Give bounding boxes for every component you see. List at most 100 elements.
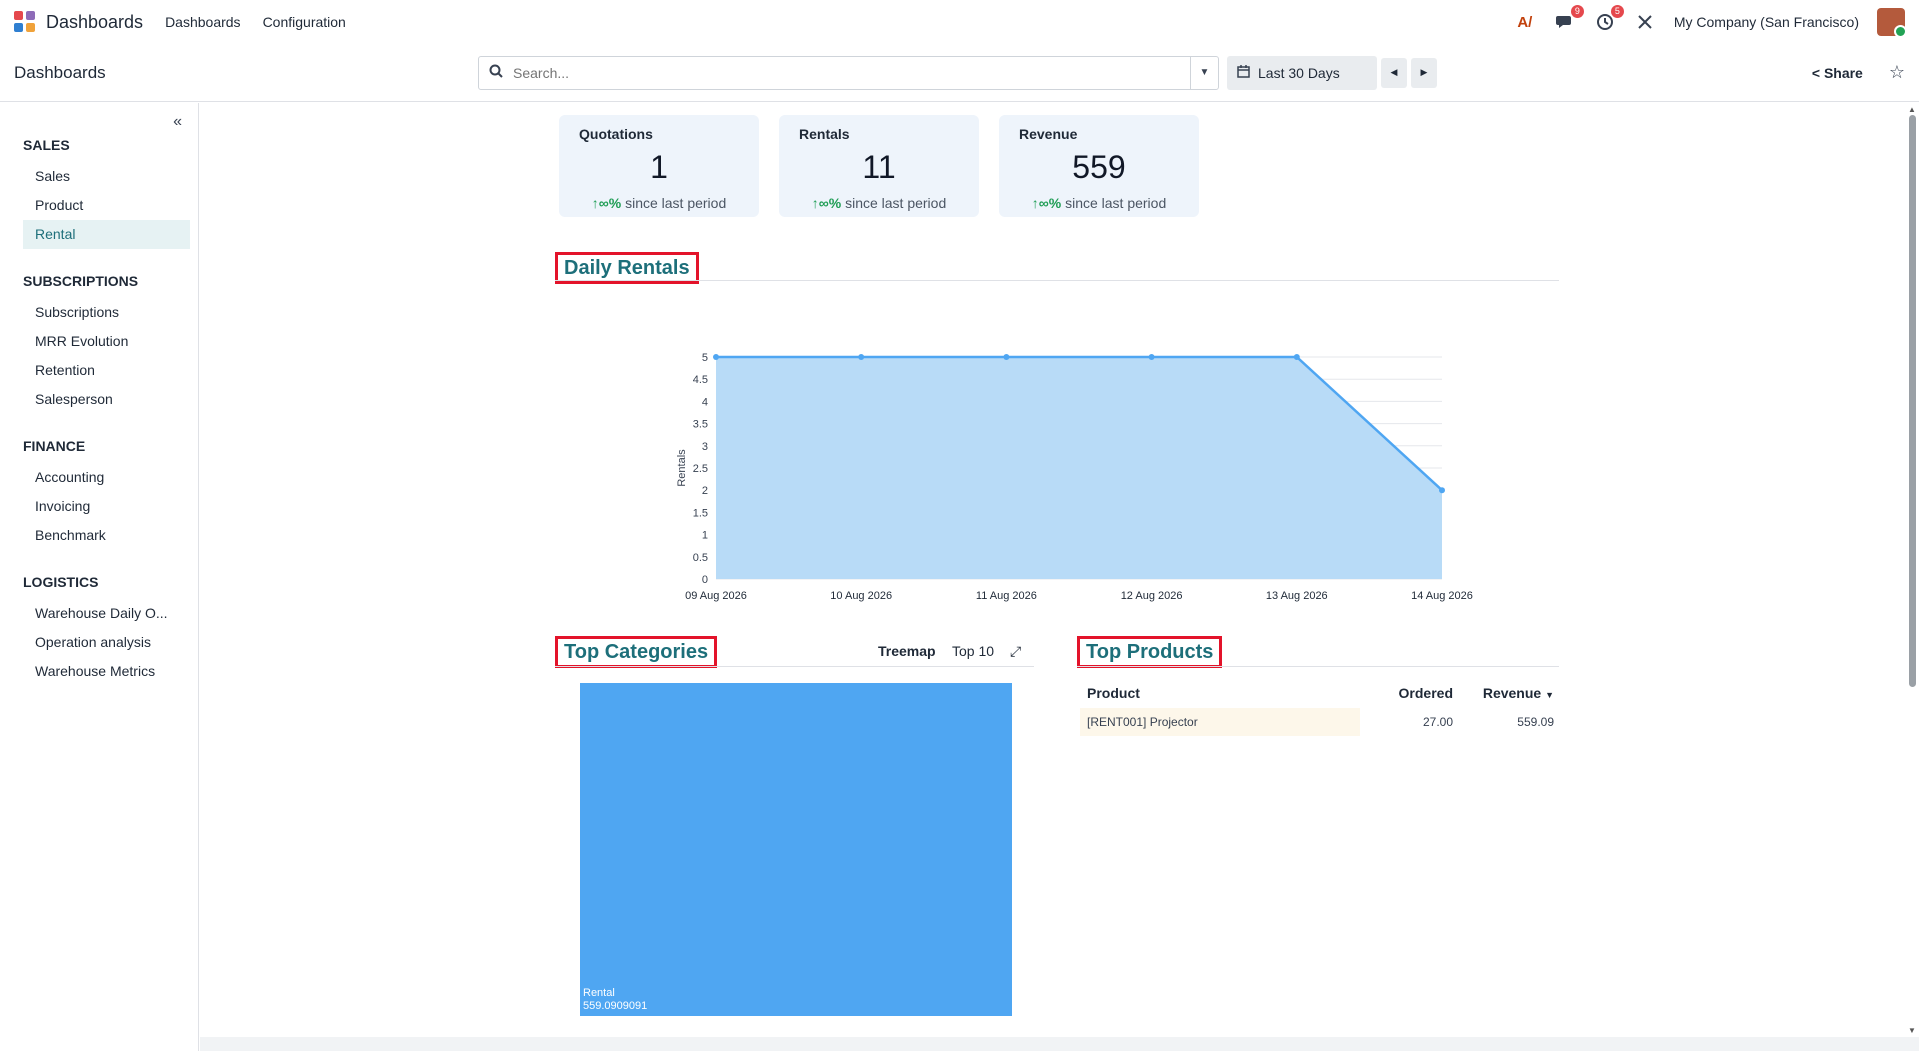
sidebar-item-sales[interactable]: Sales <box>23 162 190 191</box>
treemap-cell-rental[interactable]: Rental 559.0909091 <box>580 683 1012 1016</box>
next-period-button[interactable]: ▶ <box>1411 57 1437 88</box>
sidebar-item-operation-analysis[interactable]: Operation analysis <box>23 628 190 657</box>
kpi-value: 11 <box>862 149 896 185</box>
divider <box>555 280 1559 281</box>
sidebar-section-title: LOGISTICS <box>23 574 99 590</box>
x-tick-label: 11 Aug 2026 <box>976 590 1037 602</box>
sidebar-item-warehouse-daily-o[interactable]: Warehouse Daily O... <box>23 599 190 628</box>
divider <box>1077 666 1559 667</box>
collapse-sidebar-icon[interactable]: « <box>173 113 182 131</box>
share-button[interactable]: < Share <box>1812 65 1863 81</box>
company-switcher[interactable]: My Company (San Francisco) <box>1674 14 1859 30</box>
sidebar-item-subscriptions[interactable]: Subscriptions <box>23 298 190 327</box>
kpi-trend: ↑∞% since last period <box>779 195 979 211</box>
sidebar-item-accounting[interactable]: Accounting <box>23 463 190 492</box>
y-tick-label: 1 <box>702 530 708 542</box>
scroll-up-icon[interactable]: ▲ <box>1908 105 1916 114</box>
kpi-card-rentals[interactable]: Rentals 11 ↑∞% since last period <box>779 115 979 217</box>
data-point <box>1439 487 1445 494</box>
date-filter-label: Last 30 Days <box>1258 64 1340 81</box>
kpi-title: Rentals <box>799 126 850 142</box>
app-name[interactable]: Dashboards <box>46 12 143 33</box>
data-point <box>858 354 865 360</box>
ai-icon[interactable]: A/ <box>1514 11 1536 33</box>
kpi-title: Revenue <box>1019 126 1078 142</box>
kpi-trend-value: ∞% <box>818 195 842 211</box>
dashboard-content: Quotations 1 ↑∞% since last period Renta… <box>200 103 1919 1037</box>
column-header-ordered[interactable]: Ordered <box>1360 678 1460 708</box>
user-avatar[interactable] <box>1877 8 1907 38</box>
y-tick-label: 2.5 <box>693 463 708 475</box>
column-header-product[interactable]: Product <box>1080 678 1360 708</box>
tools-icon[interactable] <box>1634 11 1656 33</box>
column-header-revenue[interactable]: Revenue ▼ <box>1460 678 1561 708</box>
sidebar-item-retention[interactable]: Retention <box>23 356 190 385</box>
kpi-trend: ↑∞% since last period <box>999 195 1199 211</box>
y-tick-label: 0 <box>702 574 708 586</box>
search-box: ▼ <box>478 55 1219 90</box>
activity-badge: 5 <box>1610 5 1624 18</box>
search-options-toggle[interactable]: ▼ <box>1190 56 1218 89</box>
sidebar-item-warehouse-metrics[interactable]: Warehouse Metrics <box>23 657 190 686</box>
data-point <box>713 354 719 360</box>
scroll-down-icon[interactable]: ▼ <box>1908 1026 1916 1035</box>
sidebar-item-mrr-evolution[interactable]: MRR Evolution <box>23 327 190 356</box>
data-point <box>1148 354 1155 360</box>
kpi-value: 1 <box>650 149 668 185</box>
top-products-table: Product Ordered Revenue ▼ [RENT001] Proj… <box>1080 678 1561 736</box>
kpi-title: Quotations <box>579 126 653 142</box>
caret-right-icon: ▶ <box>1420 67 1428 77</box>
apps-menu-icon[interactable] <box>14 11 36 33</box>
y-tick-label: 4 <box>702 396 708 408</box>
x-tick-label: 13 Aug 2026 <box>1266 590 1328 602</box>
arrow-up-icon: ↑ <box>1031 195 1039 211</box>
daily-rentals-svg: 0 0.5 1 1.5 2 2.5 3 3.5 4 4.5 5 Rentals 09 Aug 2026 1… <box>676 352 1473 602</box>
sidebar-item-rental[interactable]: Rental <box>23 220 190 249</box>
previous-period-button[interactable]: ◀ <box>1381 57 1407 88</box>
kpi-trend-text: since last period <box>1065 195 1167 211</box>
sort-desc-icon: ▼ <box>1545 690 1554 700</box>
y-tick-label: 0.5 <box>693 552 708 564</box>
sidebar-item-product[interactable]: Product <box>23 191 190 220</box>
messages-badge: 9 <box>1570 5 1584 18</box>
treemap-toggle[interactable]: Treemap <box>878 643 936 659</box>
favorite-star-icon[interactable]: ☆ <box>1889 62 1905 83</box>
search-input[interactable] <box>513 64 1190 81</box>
kpi-trend-text: since last period <box>845 195 947 211</box>
kpi-card-quotations[interactable]: Quotations 1 ↑∞% since last period <box>559 115 759 217</box>
treemap-value: 559.0909091 <box>583 1000 648 1012</box>
y-tick-label: 2 <box>702 485 708 497</box>
caret-down-icon: ▼ <box>1199 67 1210 78</box>
top-n-selector[interactable]: Top 10 <box>952 643 994 659</box>
scrollbar-thumb[interactable] <box>1909 115 1916 687</box>
y-tick-label: 4.5 <box>693 374 708 386</box>
y-tick-label: 5 <box>702 352 708 364</box>
sidebar-item-invoicing[interactable]: Invoicing <box>23 492 190 521</box>
sidebar-section-title: FINANCE <box>23 438 86 454</box>
arrow-up-icon: ↑ <box>591 195 599 211</box>
menu-configuration[interactable]: Configuration <box>263 14 346 30</box>
top-categories-title: Top Categories <box>555 636 718 668</box>
kpi-card-revenue[interactable]: Revenue 559 ↑∞% since last period <box>999 115 1199 217</box>
sidebar-item-benchmark[interactable]: Benchmark <box>23 521 190 550</box>
breadcrumb: Dashboards <box>14 62 106 82</box>
kpi-value: 559 <box>1072 149 1126 185</box>
messages-icon[interactable]: 9 <box>1554 5 1584 33</box>
sidebar-section-title: SALES <box>23 137 70 153</box>
arrow-up-icon: ↑ <box>811 195 819 211</box>
horizontal-scrollbar[interactable] <box>200 1037 1919 1051</box>
y-tick-label: 3.5 <box>693 419 708 431</box>
sidebar-section-title: SUBSCRIPTIONS <box>23 273 139 289</box>
date-filter-button[interactable]: Last 30 Days <box>1227 55 1377 90</box>
share-icon: < <box>1811 64 1821 81</box>
search-icon <box>479 64 513 82</box>
caret-left-icon: ◀ <box>1390 67 1398 77</box>
ordered-cell: 27.00 <box>1422 715 1453 729</box>
calendar-icon <box>1237 64 1250 81</box>
activity-clock-icon[interactable]: 5 <box>1594 5 1624 33</box>
vertical-scrollbar[interactable]: ▲ ▼ <box>1905 103 1919 1037</box>
sidebar-item-salesperson[interactable]: Salesperson <box>23 385 190 414</box>
table-row[interactable]: [RENT001] Projector 27.00 559.09 <box>1080 708 1561 736</box>
menu-dashboards[interactable]: Dashboards <box>165 14 241 30</box>
expand-icon[interactable]: ⤢ <box>1010 643 1021 660</box>
